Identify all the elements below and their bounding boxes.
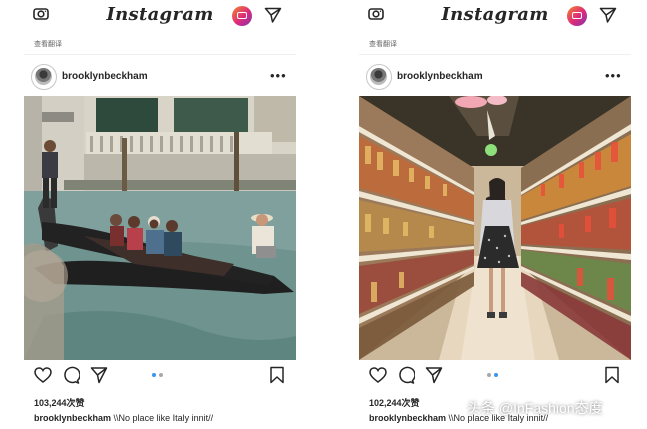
top-bar: Instagram bbox=[359, 0, 631, 30]
post-screen-left: Instagram 查看翻译 brooklynbeckham ••• 103,2… bbox=[24, 0, 296, 429]
post-screen-right: Instagram 查看翻译 brooklynbeckham ••• 102,2… bbox=[359, 0, 631, 429]
avatar[interactable] bbox=[31, 64, 57, 90]
carousel-dot bbox=[487, 373, 491, 377]
bookmark-icon[interactable] bbox=[603, 366, 621, 384]
carousel-indicator bbox=[152, 373, 168, 378]
share-icon[interactable] bbox=[425, 366, 443, 384]
igtv-icon[interactable] bbox=[232, 6, 252, 26]
see-translation-link[interactable]: 查看翻译 bbox=[34, 39, 62, 49]
carousel-indicator bbox=[487, 373, 503, 378]
like-count[interactable]: 102,244次赞 bbox=[369, 396, 420, 409]
instagram-logo: Instagram bbox=[441, 4, 549, 25]
more-options-icon[interactable]: ••• bbox=[605, 68, 622, 83]
carousel-dot bbox=[159, 373, 163, 377]
post-actions bbox=[359, 366, 631, 390]
like-count[interactable]: 103,244次赞 bbox=[34, 396, 85, 409]
watermark-text: 头条 @InFashion态度 bbox=[467, 400, 603, 416]
avatar[interactable] bbox=[366, 64, 392, 90]
carousel-dot-active bbox=[494, 373, 498, 377]
bookmark-icon[interactable] bbox=[268, 366, 286, 384]
post-actions bbox=[24, 366, 296, 390]
comment-icon[interactable] bbox=[62, 366, 80, 384]
caption-username[interactable]: brooklynbeckham bbox=[369, 413, 446, 423]
post-username[interactable]: brooklynbeckham bbox=[62, 71, 148, 82]
more-options-icon[interactable]: ••• bbox=[270, 68, 287, 83]
caption-username[interactable]: brooklynbeckham bbox=[34, 413, 111, 423]
comment-icon[interactable] bbox=[397, 366, 415, 384]
share-icon[interactable] bbox=[90, 366, 108, 384]
caption-text: \\No place like Italy innit// bbox=[113, 413, 214, 423]
igtv-icon[interactable] bbox=[567, 6, 587, 26]
divider bbox=[359, 54, 631, 55]
post-username[interactable]: brooklynbeckham bbox=[397, 71, 483, 82]
top-bar: Instagram bbox=[24, 0, 296, 30]
divider bbox=[24, 54, 296, 55]
post-caption: brooklynbeckham \\No place like Italy in… bbox=[34, 413, 213, 423]
heart-icon[interactable] bbox=[369, 366, 387, 384]
heart-icon[interactable] bbox=[34, 366, 52, 384]
gondola-photo bbox=[24, 96, 296, 360]
supermarket-photo bbox=[359, 96, 631, 360]
carousel-dot-active bbox=[152, 373, 156, 377]
direct-message-icon[interactable] bbox=[264, 7, 282, 23]
see-translation-link[interactable]: 查看翻译 bbox=[369, 39, 397, 49]
instagram-logo: Instagram bbox=[106, 4, 214, 25]
direct-message-icon[interactable] bbox=[599, 7, 617, 23]
